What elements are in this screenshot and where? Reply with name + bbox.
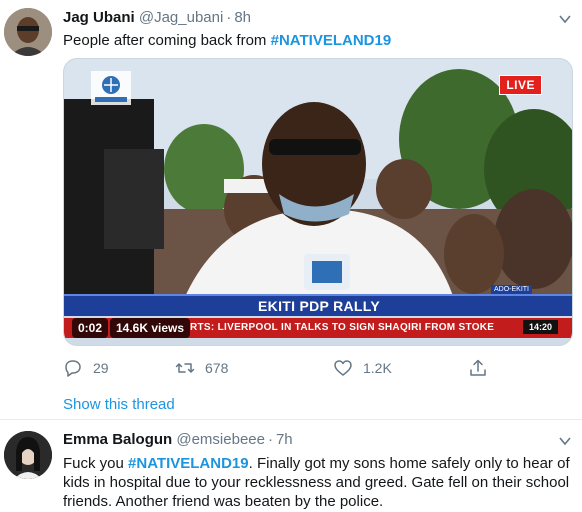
avatar[interactable]	[4, 431, 52, 479]
reply-count: 29	[93, 360, 109, 376]
ticker-text: RTS: LIVERPOOL IN TALKS TO SIGN SHAQIRI …	[190, 322, 495, 333]
video-view-count: 14.6K views	[110, 318, 191, 338]
user-handle[interactable]: @emsiebeee	[176, 431, 265, 448]
tweet[interactable]: Jag Ubani @Jag_ubani · 8h People after com…	[0, 0, 582, 420]
retweet-icon	[175, 363, 195, 373]
retweet-count: 678	[205, 360, 229, 376]
timestamp[interactable]: 7h	[276, 431, 293, 448]
avatar[interactable]	[4, 8, 52, 56]
user-handle[interactable]: @Jag_ubani	[139, 9, 223, 26]
caret-down-icon[interactable]	[558, 434, 572, 448]
like-count: 1.2K	[363, 360, 392, 376]
reply-icon	[65, 360, 81, 377]
caret-down-icon[interactable]	[558, 12, 572, 26]
lower-third-banner: EKITI PDP RALLY	[64, 294, 572, 316]
video-player[interactable]: LIVE ADO-EKITI EKITI PDP RALLY RTS: LIVE…	[63, 58, 573, 346]
separator-dot: ·	[226, 9, 232, 26]
tweet-header: Jag Ubani @Jag_ubani · 8h	[63, 9, 251, 26]
like-button[interactable]: 1.2K	[333, 358, 392, 378]
tweet-text-body: People after coming back from	[63, 32, 271, 49]
reply-button[interactable]: 29	[63, 358, 109, 378]
live-badge: LIVE	[499, 75, 542, 95]
share-icon	[470, 359, 486, 376]
display-name[interactable]: Emma Balogun	[63, 431, 172, 448]
lower-third-title: EKITI PDP RALLY	[258, 298, 380, 314]
tweet-actions: 29 678 1.2K	[63, 358, 533, 382]
show-thread-link[interactable]: Show this thread	[63, 396, 175, 413]
channel-logo-icon	[91, 71, 131, 105]
tweet-text: People after coming back from #NATIVELAN…	[63, 31, 570, 50]
hashtag-link[interactable]: #NATIVELAND19	[128, 455, 249, 472]
share-button[interactable]	[468, 358, 498, 378]
tweet-header: Emma Balogun @emsiebeee · 7h	[63, 431, 293, 448]
tweet-text-body: Fuck you	[63, 455, 129, 472]
retweet-button[interactable]: 678	[175, 358, 228, 378]
separator-dot: ·	[267, 431, 273, 448]
video-elapsed-time: 0:02	[72, 318, 109, 338]
ticker-clock: 14:20	[522, 320, 558, 334]
display-name[interactable]: Jag Ubani	[63, 9, 135, 26]
tweet[interactable]: Emma Balogun @emsiebeee · 7h Fuck you #NAT…	[0, 421, 582, 512]
tweet-text: Fuck you #NATIVELAND19. Finally got my s…	[63, 454, 570, 511]
like-icon	[334, 360, 352, 376]
hashtag-link[interactable]: #NATIVELAND19	[271, 32, 392, 49]
location-tag: ADO-EKITI	[490, 285, 532, 294]
timestamp[interactable]: 8h	[234, 9, 251, 26]
